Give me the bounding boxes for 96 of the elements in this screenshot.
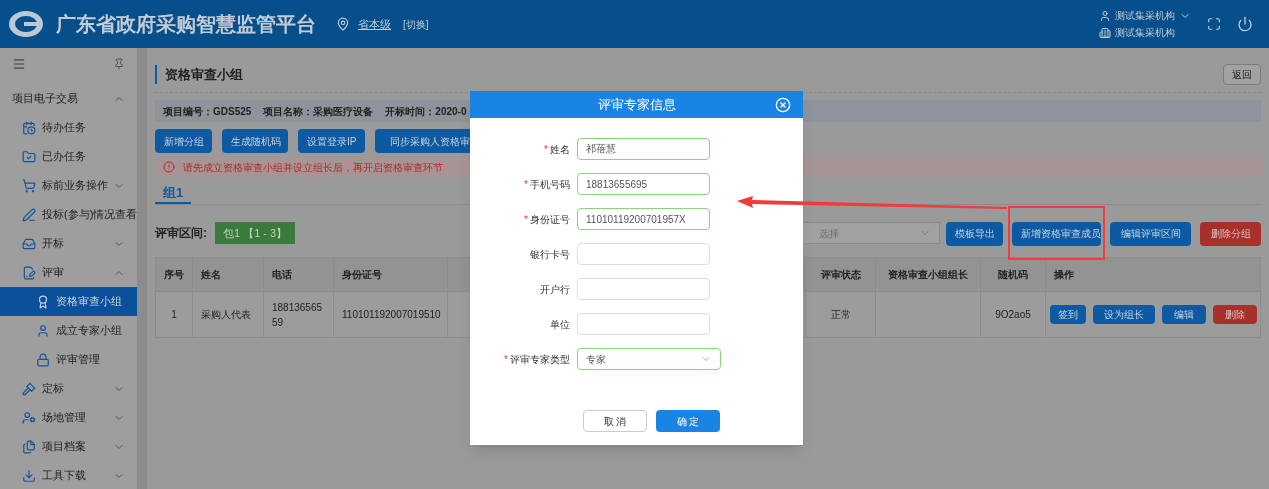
sidebar-item[interactable]: 项目档案 xyxy=(0,432,137,461)
folder-check-icon xyxy=(22,149,36,164)
platform-title: 广东省政府采购智慧监管平台 xyxy=(56,12,316,37)
user-gear-icon xyxy=(22,410,36,425)
pin-icon[interactable] xyxy=(113,58,125,70)
menu-icon[interactable] xyxy=(12,57,26,71)
user-icon xyxy=(1099,9,1111,22)
logo-icon xyxy=(8,9,44,39)
column-header: 身份证号 xyxy=(333,257,448,292)
field-label: 姓名 xyxy=(550,142,570,157)
table-cell: 18813656559 xyxy=(263,291,334,338)
required-mark: * xyxy=(544,142,548,157)
required-mark: * xyxy=(524,212,528,227)
input-field[interactable]: 11010119200701957X xyxy=(577,208,710,230)
sidebar-item[interactable]: 成立专家小组 xyxy=(0,316,137,345)
info-text: 项目编号：GDS525 xyxy=(163,104,252,119)
calendar-icon xyxy=(22,120,36,135)
table-cell: 1 xyxy=(155,291,193,338)
dialog-button[interactable]: 取 消 xyxy=(583,410,647,432)
row-action-button[interactable]: 编辑 xyxy=(1162,305,1206,324)
table-cell: 110101192007019510 xyxy=(333,291,448,338)
input-field[interactable] xyxy=(577,313,710,335)
sidebar-item[interactable]: 评审 xyxy=(0,258,137,287)
download-icon xyxy=(22,468,36,483)
field-label: 银行卡号 xyxy=(530,247,570,262)
sidebar-item[interactable]: 已办任务 xyxy=(0,142,137,171)
input-field[interactable]: 祁蓓慧 xyxy=(577,138,710,160)
lock-icon xyxy=(36,352,50,367)
inbox-icon xyxy=(22,236,36,251)
sidebar-item[interactable]: 场地管理 xyxy=(0,403,137,432)
row-action-button[interactable]: 设为组长 xyxy=(1093,305,1155,324)
back-button[interactable]: 返回 xyxy=(1223,64,1261,85)
sidebar-item[interactable]: 标前业务操作 xyxy=(0,171,137,200)
toolbar-button[interactable]: 设置登录IP xyxy=(298,129,365,153)
column-header: 资格审查小组组长 xyxy=(875,257,981,292)
column-header: 电话 xyxy=(263,257,334,292)
required-mark: * xyxy=(504,352,508,367)
toolbar-button[interactable]: 生成随机码 xyxy=(222,129,288,153)
building-icon xyxy=(1099,26,1111,39)
toolbar-button[interactable]: 新增分组 xyxy=(155,129,212,153)
column-header: 评审状态 xyxy=(805,257,876,292)
column-header: 序号 xyxy=(155,257,193,292)
input-field[interactable] xyxy=(577,278,710,300)
field-label: 开户行 xyxy=(540,282,570,297)
field-label: 单位 xyxy=(550,317,570,332)
action-button[interactable]: 模板导出 xyxy=(946,221,1003,246)
fullscreen-icon[interactable] xyxy=(1207,17,1221,31)
input-field[interactable] xyxy=(577,243,710,265)
field-label: 手机号码 xyxy=(530,177,570,192)
action-button[interactable]: 编辑评审区间 xyxy=(1110,221,1191,246)
warning-icon xyxy=(163,161,175,173)
user-icon xyxy=(36,323,50,338)
info-text: 开标时间：2020-0 xyxy=(385,104,467,119)
table-cell: 正常 xyxy=(805,291,876,338)
column-header: 随机码 xyxy=(980,257,1046,292)
user-name[interactable]: 测试集采机构 xyxy=(1115,8,1175,23)
input-field[interactable]: 18813655695 xyxy=(577,173,710,195)
sidebar-section[interactable]: 项目电子交易 xyxy=(12,90,78,107)
files-icon xyxy=(22,439,36,454)
sidebar-item[interactable]: 开标 xyxy=(0,229,137,258)
field-label: 身份证号 xyxy=(530,212,570,227)
column-header: 姓名 xyxy=(192,257,264,292)
organization-name: 测试集采机构 xyxy=(1115,26,1175,40)
sidebar-item[interactable]: 评审管理 xyxy=(0,345,137,374)
dialog-title: 评审专家信息 xyxy=(597,95,676,114)
row-action-button[interactable]: 删除 xyxy=(1213,305,1257,324)
cart-icon xyxy=(22,178,36,193)
sidebar-item[interactable]: 工具下载 xyxy=(0,461,137,489)
sidebar-item[interactable]: 待办任务 xyxy=(0,113,137,142)
pen-icon xyxy=(22,207,36,222)
power-icon[interactable] xyxy=(1237,16,1253,32)
close-icon[interactable] xyxy=(775,96,791,113)
switch-link[interactable]: [切换] xyxy=(403,16,429,32)
medal-icon xyxy=(36,294,50,309)
alert-text: 请先成立资格审查小组并设立组长后，再开启资格审查环节 xyxy=(183,160,443,175)
select-field[interactable]: 专家 xyxy=(577,348,721,370)
table-cell: 采购人代表 xyxy=(192,291,264,338)
document-icon xyxy=(22,265,36,280)
location-link[interactable]: 省本级 xyxy=(358,15,391,33)
row-action-button[interactable]: 签到 xyxy=(1050,305,1086,324)
action-button[interactable]: 新增资格审查成员 xyxy=(1012,221,1101,246)
dialog-button[interactable]: 确 定 xyxy=(656,410,720,432)
info-text: 项目名称：采购医疗设备 xyxy=(263,104,374,119)
sidebar-item[interactable]: 投标(参与)情况查看 xyxy=(0,200,137,229)
location-pin-icon xyxy=(336,17,350,31)
required-mark: * xyxy=(524,177,528,192)
page-title: 资格审查小组 xyxy=(155,64,243,85)
column-header: 操作 xyxy=(1045,257,1261,292)
action-button[interactable]: 删除分组 xyxy=(1200,221,1261,246)
range-label: 评审区间: xyxy=(155,225,207,242)
table-cell: 9O2ao5 xyxy=(980,291,1046,338)
sidebar-item[interactable]: 资格审查小组 xyxy=(0,287,137,316)
gavel-icon xyxy=(22,381,36,396)
range-badge: 包1 【1 - 3】 xyxy=(215,222,296,244)
field-label: 评审专家类型 xyxy=(510,352,570,367)
sidebar-item[interactable]: 定标 xyxy=(0,374,137,403)
